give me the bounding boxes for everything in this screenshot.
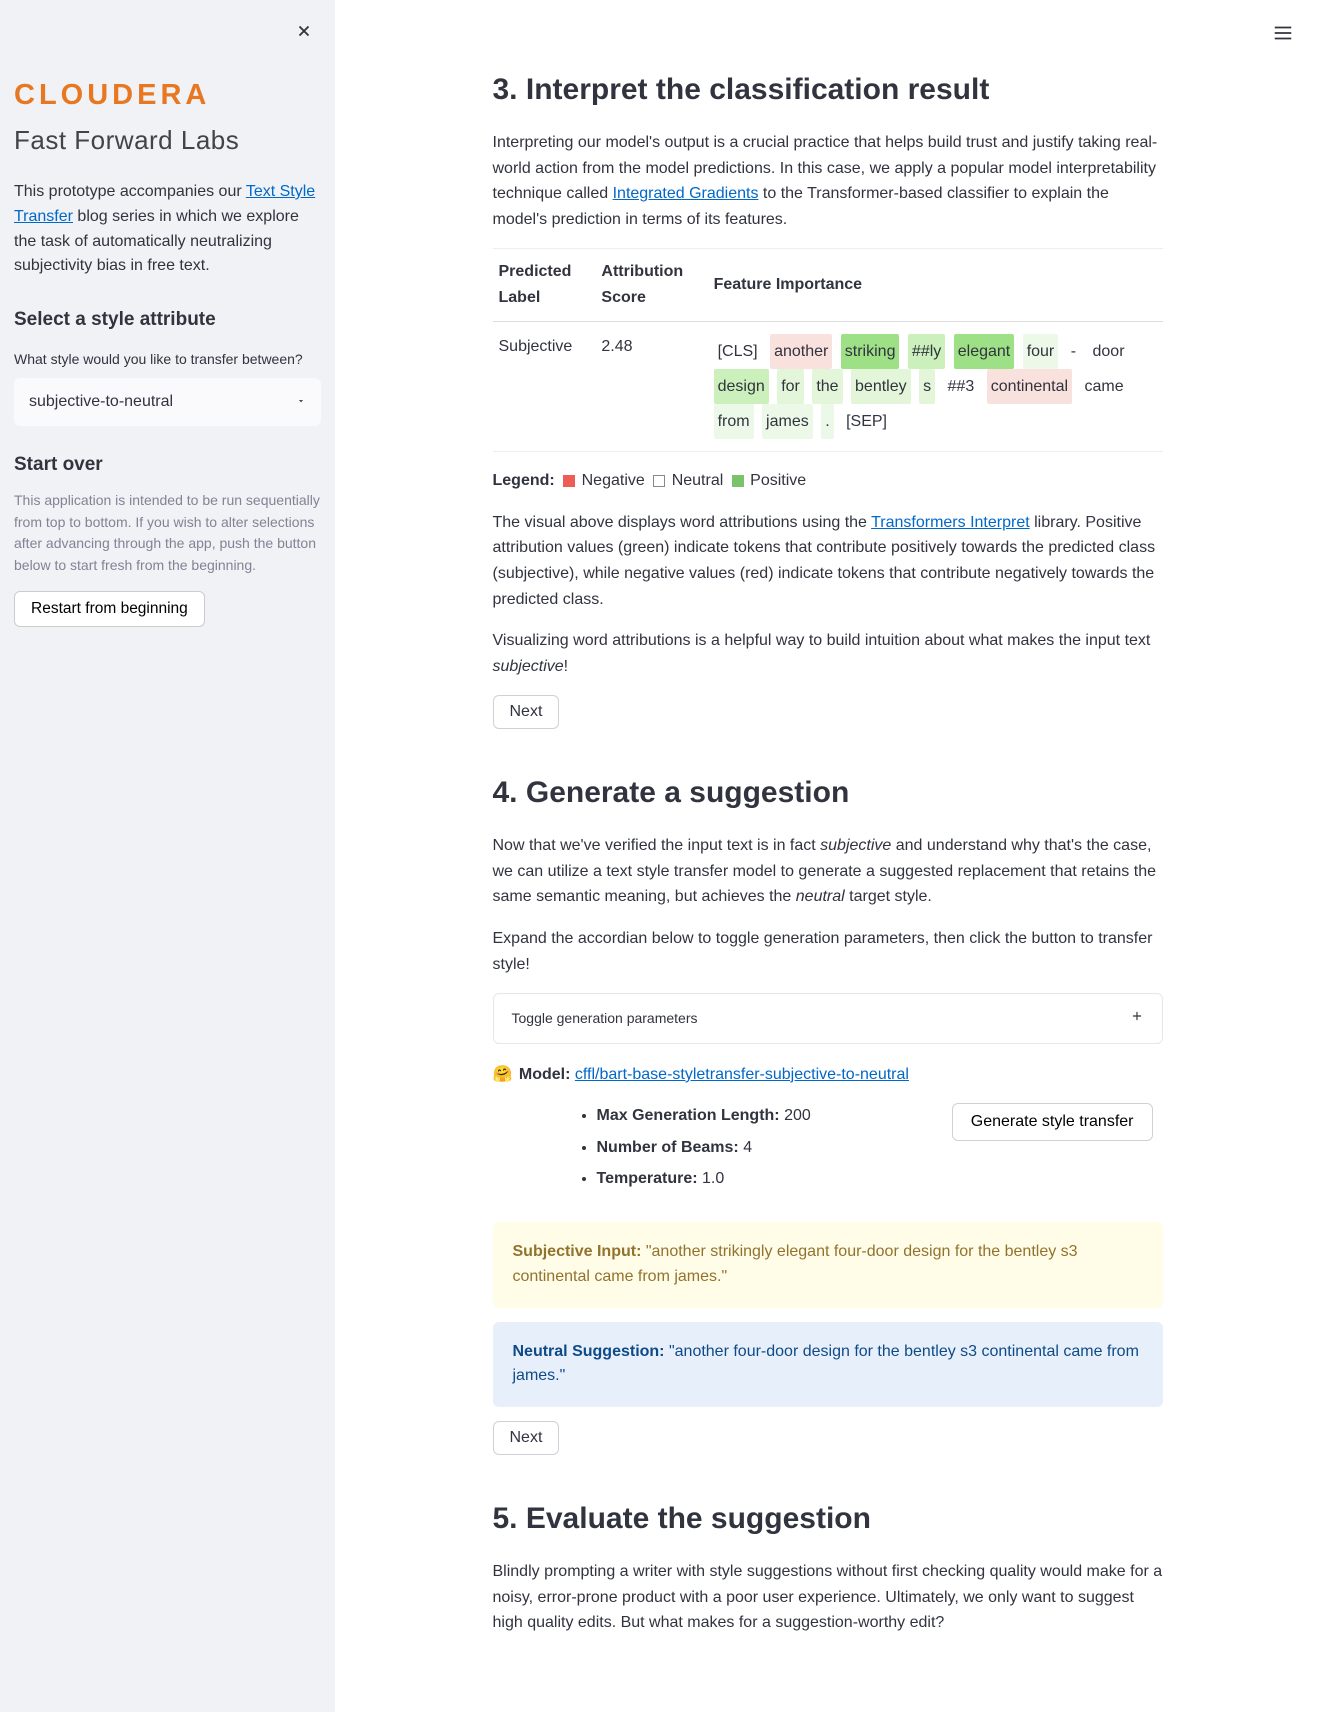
cell-attribution-score: 2.48 xyxy=(595,321,707,452)
section4-para1: Now that we've verified the input text i… xyxy=(493,833,1163,910)
generate-style-transfer-button[interactable]: Generate style transfer xyxy=(952,1103,1153,1141)
cell-predicted-label: Subjective xyxy=(493,321,596,452)
logo-sub: Fast Forward Labs xyxy=(14,120,321,162)
close-icon xyxy=(295,28,313,43)
section3-para1: Interpreting our model's output is a cru… xyxy=(493,130,1163,232)
select-label: What style would you like to transfer be… xyxy=(14,348,321,370)
sidebar-intro: This prototype accompanies our Text Styl… xyxy=(14,180,321,279)
startover-heading: Start over xyxy=(14,450,321,480)
token: four xyxy=(1023,334,1059,369)
section4-para2: Expand the accordian below to toggle gen… xyxy=(493,926,1163,977)
token: for xyxy=(777,369,804,404)
attribution-table: Predicted Label Attribution Score Featur… xyxy=(493,248,1163,452)
integrated-gradients-link[interactable]: Integrated Gradients xyxy=(613,185,759,202)
token: another xyxy=(770,334,832,369)
chevron-down-icon xyxy=(296,389,306,415)
main-content: 3. Interpret the classification result I… xyxy=(463,0,1193,1712)
token: [CLS] xyxy=(714,334,762,369)
token: james xyxy=(762,404,813,439)
section3-para2: The visual above displays word attributi… xyxy=(493,510,1163,612)
section5-para1: Blindly prompting a writer with style su… xyxy=(493,1559,1163,1636)
hamburger-icon xyxy=(1272,32,1294,47)
section4-next-button[interactable]: Next xyxy=(493,1421,560,1455)
token: continental xyxy=(987,369,1072,404)
legend: Legend: Negative Neutral Positive xyxy=(493,468,1163,494)
token: . xyxy=(821,404,833,439)
token: came xyxy=(1081,369,1128,404)
section3-next-button[interactable]: Next xyxy=(493,695,560,729)
cell-feature-importance: [CLS] another striking ##ly elegant four… xyxy=(708,321,1163,452)
plus-icon xyxy=(1130,1007,1144,1029)
token: striking xyxy=(841,334,900,369)
legend-swatch-negative xyxy=(563,475,575,487)
section5-title: 5. Evaluate the suggestion xyxy=(493,1495,1163,1543)
th-feature-importance: Feature Importance xyxy=(708,249,1163,321)
hugging-face-icon: 🤗 xyxy=(493,1066,517,1083)
subjective-input-callout: Subjective Input: "another strikingly el… xyxy=(493,1222,1163,1308)
generation-params-list: Max Generation Length: 200 Number of Bea… xyxy=(493,1103,912,1198)
model-row: 🤗 Model: cffl/bart-base-styletransfer-su… xyxy=(493,1062,1163,1088)
style-attribute-select[interactable]: subjective-to-neutral xyxy=(14,378,321,426)
logo-main: CLOUDERA xyxy=(14,72,321,118)
transformers-interpret-link[interactable]: Transformers Interpret xyxy=(871,514,1030,531)
neutral-suggestion-callout: Neutral Suggestion: "another four-door d… xyxy=(493,1322,1163,1408)
token: elegant xyxy=(954,334,1015,369)
section4-title: 4. Generate a suggestion xyxy=(493,769,1163,817)
section3-para3: Visualizing word attributions is a helpf… xyxy=(493,628,1163,679)
token: s xyxy=(919,369,935,404)
token: design xyxy=(714,369,769,404)
token: door xyxy=(1089,334,1129,369)
sidebar: CLOUDERA Fast Forward Labs This prototyp… xyxy=(0,0,335,1712)
legend-swatch-positive xyxy=(732,475,744,487)
token: - xyxy=(1067,334,1080,369)
startover-hint: This application is intended to be run s… xyxy=(14,490,321,577)
token: bentley xyxy=(851,369,911,404)
legend-swatch-neutral xyxy=(653,475,665,487)
token: ##3 xyxy=(944,369,979,404)
section3-title: 3. Interpret the classification result xyxy=(493,66,1163,114)
param-num-beams: Number of Beams: 4 xyxy=(597,1135,912,1161)
token: from xyxy=(714,404,754,439)
token: ##ly xyxy=(908,334,945,369)
token: [SEP] xyxy=(842,404,891,439)
restart-button[interactable]: Restart from beginning xyxy=(14,591,205,627)
param-max-length: Max Generation Length: 200 xyxy=(597,1103,912,1129)
main-menu-button[interactable] xyxy=(1268,18,1298,51)
param-temperature: Temperature: 1.0 xyxy=(597,1166,912,1192)
select-value: subjective-to-neutral xyxy=(29,389,173,415)
select-heading: Select a style attribute xyxy=(14,305,321,335)
generation-params-expander[interactable]: Toggle generation parameters xyxy=(493,993,1163,1043)
table-row: Subjective 2.48 [CLS] another striking #… xyxy=(493,321,1163,452)
logo: CLOUDERA Fast Forward Labs xyxy=(14,72,321,162)
close-sidebar-button[interactable] xyxy=(291,18,317,47)
th-predicted-label: Predicted Label xyxy=(493,249,596,321)
expander-label: Toggle generation parameters xyxy=(512,1007,698,1029)
th-attribution-score: Attribution Score xyxy=(595,249,707,321)
token: the xyxy=(812,369,842,404)
generation-row: Max Generation Length: 200 Number of Bea… xyxy=(493,1103,1163,1198)
model-link[interactable]: cffl/bart-base-styletransfer-subjective-… xyxy=(575,1066,909,1083)
